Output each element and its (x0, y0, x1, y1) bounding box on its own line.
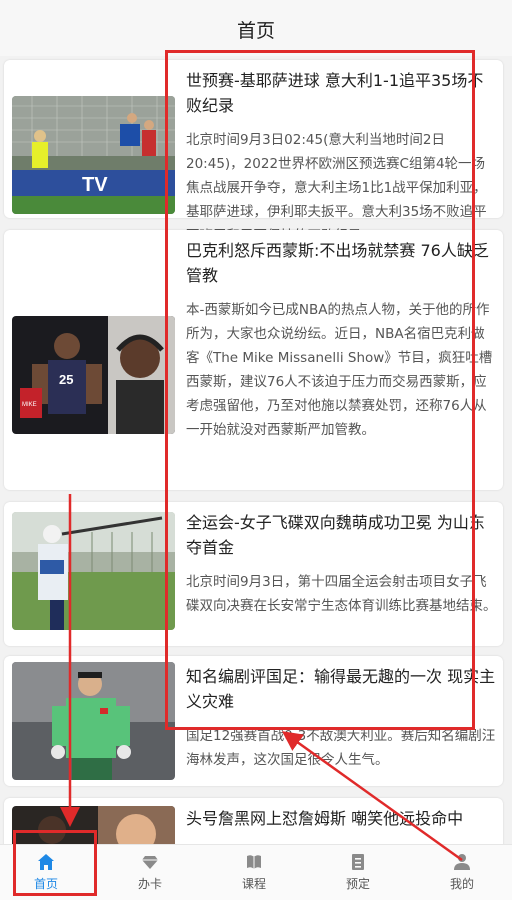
svg-text:25: 25 (59, 372, 73, 387)
top-bar: 首页 (0, 0, 512, 56)
news-thumbnail[interactable]: 25 MIKE (12, 316, 175, 434)
news-title[interactable]: 头号詹黑网上怼詹姆斯 嘲笑他远投命中 (186, 806, 498, 831)
basketball-player-photo: 25 MIKE (12, 316, 175, 434)
football-goal-photo: TV (12, 96, 175, 214)
nav-course[interactable]: 课程 (214, 845, 294, 900)
nav-course-label: 课程 (241, 877, 266, 891)
shooting-athlete-photo (12, 512, 175, 630)
book-icon (247, 855, 261, 869)
nav-mine[interactable]: 我的 (422, 845, 502, 900)
news-summary: 国足12强赛首战0-3不敌澳大利亚。赛后知名编剧汪海林发声，这次国足很令人生气。 (186, 728, 496, 768)
nav-mine-label: 我的 (449, 877, 474, 891)
annotation-content-box (165, 50, 475, 730)
news-thumbnail[interactable] (12, 662, 175, 780)
news-thumbnail[interactable]: TV (12, 96, 175, 214)
user-icon (454, 854, 470, 870)
calendar-icon (352, 854, 364, 870)
svg-text:TV: TV (82, 174, 108, 196)
news-thumbnail[interactable] (12, 512, 175, 630)
nav-booking-label: 预定 (345, 877, 370, 891)
goalkeeper-photo (12, 662, 175, 780)
nav-card[interactable]: 办卡 (110, 845, 190, 900)
annotation-home-box (13, 830, 97, 896)
diamond-icon (142, 856, 158, 869)
nav-booking[interactable]: 预定 (318, 845, 398, 900)
page-title: 首页 (236, 20, 275, 42)
nav-card-label: 办卡 (137, 877, 162, 891)
svg-text:MIKE: MIKE (22, 402, 37, 408)
